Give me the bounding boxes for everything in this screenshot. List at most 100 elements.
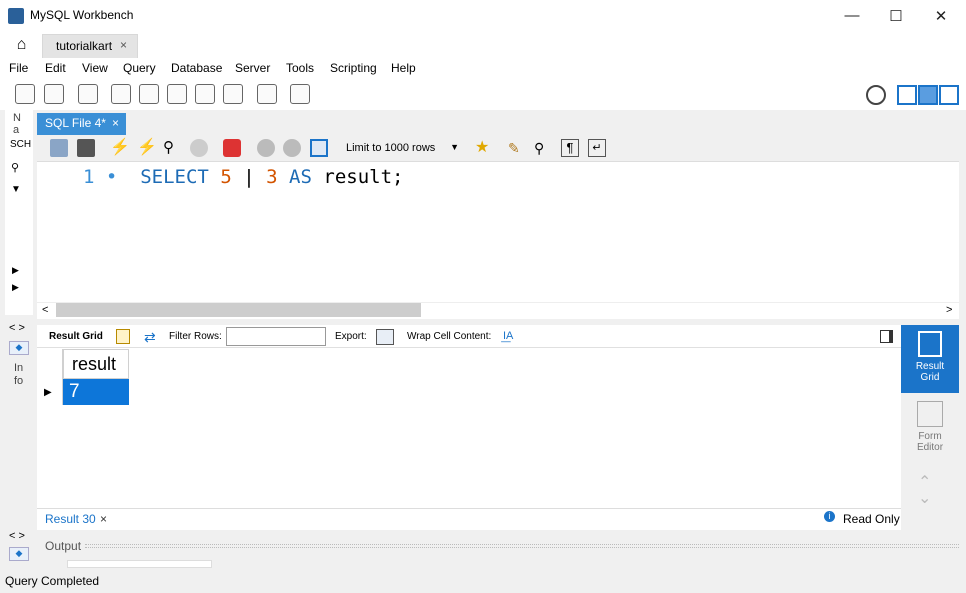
result-cell[interactable]: 7 <box>63 379 129 405</box>
panel-toggle-icon[interactable]: ◆ <box>9 341 29 355</box>
search-icon[interactable]: ⚲ <box>11 161 19 174</box>
open-sql-script-icon[interactable] <box>44 84 64 104</box>
add-snippet-icon[interactable]: ★ <box>475 139 493 157</box>
beautify-icon[interactable]: ✎ <box>508 139 526 157</box>
create-function-icon[interactable] <box>223 84 243 104</box>
find-icon[interactable]: ⚲ <box>534 139 552 157</box>
close-button[interactable]: ✕ <box>918 0 964 31</box>
tree-expander-icon-2[interactable]: ▶ <box>12 282 19 293</box>
scrollbar-thumb[interactable] <box>56 303 421 317</box>
form-editor-label-1: Form <box>918 431 942 442</box>
info-label: In <box>14 362 24 374</box>
toggle-sidebar-icon[interactable] <box>897 85 917 105</box>
result-grid-view-button[interactable]: Result Grid <box>901 325 959 393</box>
sql-file-tab-label: SQL File 4* <box>45 116 106 130</box>
maximize-button[interactable]: ☐ <box>873 0 919 31</box>
output-toggle-icon[interactable]: ◆ <box>9 547 29 561</box>
close-sql-tab-icon[interactable]: × <box>112 116 119 130</box>
current-row-icon: ▶ <box>44 387 52 398</box>
invisible-chars-icon[interactable]: ¶ <box>561 139 579 157</box>
result-tab-bar <box>37 508 901 530</box>
menu-file[interactable]: File <box>9 61 28 75</box>
navigator-label: N <box>13 112 21 124</box>
execute-current-icon[interactable]: ⚡ <box>137 139 157 157</box>
form-editor-label-2: Editor <box>916 442 944 453</box>
menu-scripting[interactable]: Scripting <box>330 61 377 75</box>
status-text: Query Completed <box>5 574 100 588</box>
schema-expander-icon[interactable]: ▼ <box>11 184 21 195</box>
create-procedure-icon[interactable] <box>195 84 215 104</box>
inspector-icon[interactable] <box>78 84 98 104</box>
info-icon: i <box>824 511 835 522</box>
tree-expander-icon[interactable]: ▶ <box>12 265 19 276</box>
create-view-icon[interactable] <box>167 84 187 104</box>
export-icon[interactable] <box>376 329 394 345</box>
close-result-tab-icon[interactable]: × <box>100 512 107 526</box>
refresh-icon[interactable]: ⇄ <box>144 329 156 346</box>
menu-query[interactable]: Query <box>123 61 156 75</box>
settings-icon[interactable] <box>866 85 886 105</box>
wrap-cell-icon[interactable]: I͟A <box>503 330 513 342</box>
minimize-button[interactable]: — <box>829 0 875 31</box>
form-editor-icon <box>917 401 943 427</box>
menu-edit[interactable]: Edit <box>45 61 66 75</box>
alias-identifier: result; <box>323 166 404 188</box>
toggle-continue-on-error-icon[interactable] <box>223 139 241 157</box>
panel-resize-arrows-icon[interactable]: < > <box>9 322 25 334</box>
wrap-cell-label: Wrap Cell Content: <box>407 331 492 342</box>
save-icon[interactable] <box>77 139 95 157</box>
menu-tools[interactable]: Tools <box>286 61 314 75</box>
commit-icon[interactable] <box>257 139 275 157</box>
result-grid-view-label-2: Grid <box>920 372 940 383</box>
keyword-as: AS <box>289 166 312 188</box>
filter-rows-input[interactable] <box>226 327 326 346</box>
connection-tab-bar <box>0 31 966 58</box>
toggle-result-panel-icon[interactable] <box>880 330 893 343</box>
scroll-right-icon[interactable]: > <box>946 304 952 316</box>
result-grid-label[interactable]: Result Grid <box>49 331 103 342</box>
close-tab-icon[interactable]: × <box>120 38 127 52</box>
execute-icon[interactable]: ⚡ <box>110 139 130 157</box>
new-sql-tab-icon[interactable] <box>15 84 35 104</box>
output-label: Output <box>45 539 82 553</box>
info-label-2: fo <box>14 375 24 387</box>
row-limit-select[interactable]: Limit to 1000 rows ▼ <box>341 140 463 158</box>
column-header-result[interactable]: result <box>63 349 129 379</box>
row-limit-value: Limit to 1000 rows <box>346 142 436 154</box>
mysql-workbench-icon <box>8 8 24 24</box>
word-wrap-icon[interactable]: ↵ <box>588 139 606 157</box>
scroll-left-icon[interactable]: < <box>42 304 48 316</box>
scroll-views-down-icon[interactable]: ⌄ <box>918 488 931 508</box>
home-icon[interactable]: ⌂ <box>8 35 35 56</box>
keyword-select: SELECT <box>140 166 209 188</box>
create-schema-icon[interactable] <box>111 84 131 104</box>
open-file-icon[interactable] <box>50 139 68 157</box>
sql-file-tab[interactable]: SQL File 4* × <box>37 113 126 135</box>
menu-database[interactable]: Database <box>171 61 222 75</box>
menu-server[interactable]: Server <box>235 61 270 75</box>
schemas-label: SCH <box>10 139 32 150</box>
sql-code-line[interactable]: 1 • SELECT 5 | 3 AS result; <box>83 166 403 188</box>
number-literal: 5 <box>220 166 232 188</box>
menu-view[interactable]: View <box>82 61 108 75</box>
rollback-icon[interactable] <box>283 139 301 157</box>
create-table-icon[interactable] <box>139 84 159 104</box>
form-editor-view-button[interactable]: Form Editor <box>901 397 959 457</box>
reconnect-icon[interactable] <box>290 84 310 104</box>
toggle-secondary-sidebar-icon[interactable] <box>939 85 959 105</box>
menu-help[interactable]: Help <box>391 61 416 75</box>
stop-icon[interactable] <box>190 139 208 157</box>
output-action-select[interactable] <box>67 560 212 568</box>
connection-tab[interactable]: tutorialkart × <box>42 34 138 58</box>
toggle-output-icon[interactable] <box>918 85 938 105</box>
grid-layout-icon[interactable] <box>116 329 130 344</box>
search-table-data-icon[interactable] <box>257 84 277 104</box>
autocommit-icon[interactable] <box>310 139 328 157</box>
line-number: 1 <box>83 166 95 188</box>
output-grip[interactable] <box>85 544 959 548</box>
output-resize-arrows-icon[interactable]: < > <box>9 530 25 542</box>
explain-icon[interactable]: ⚲ <box>163 139 181 157</box>
bitwise-or-operator: | <box>243 166 255 188</box>
editor-tab-bar <box>35 110 966 135</box>
result-tab[interactable]: Result 30 <box>45 512 96 526</box>
